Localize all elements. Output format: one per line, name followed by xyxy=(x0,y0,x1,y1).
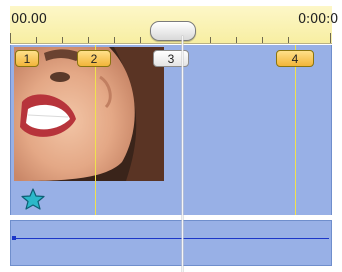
ruler-end-time: 0:00:0 xyxy=(297,12,338,27)
scrubber-handle[interactable] xyxy=(150,21,196,41)
timeline-ruler[interactable]: 00.00 0:00:0 xyxy=(10,6,338,44)
clip-marker-2[interactable]: 2 xyxy=(77,50,111,67)
ruler-tick xyxy=(36,37,37,43)
clip-marker-1[interactable]: 1 xyxy=(15,50,39,67)
ruler-tick xyxy=(210,37,211,43)
ruler-tick xyxy=(330,33,331,43)
volume-keyframe[interactable] xyxy=(12,236,16,240)
video-track[interactable]: 1 2 3 4 xyxy=(10,45,332,215)
marker-2-line xyxy=(95,45,96,215)
ruler-tick xyxy=(140,37,141,43)
clip-thumbnail-image xyxy=(14,47,164,181)
clip-marker-3[interactable]: 3 xyxy=(153,50,189,67)
timeline-editor: 00.00 0:00:0 1 2 3 4 xyxy=(10,6,338,272)
ruler-tick xyxy=(236,37,237,43)
ruler-tick xyxy=(114,37,115,43)
marker-4-line xyxy=(295,45,296,215)
ruler-tick xyxy=(288,37,289,43)
clip-marker-4[interactable]: 4 xyxy=(276,50,314,67)
star-icon[interactable] xyxy=(21,188,45,210)
audio-track[interactable] xyxy=(10,220,332,266)
volume-line[interactable] xyxy=(14,238,329,239)
playhead[interactable] xyxy=(182,36,183,272)
ruler-tick xyxy=(62,37,63,43)
clip-thumbnail[interactable] xyxy=(14,47,164,181)
ruler-tick xyxy=(10,33,11,43)
ruler-tick xyxy=(88,37,89,43)
ruler-tick xyxy=(262,37,263,43)
ruler-start-time: 00.00 xyxy=(11,12,47,27)
